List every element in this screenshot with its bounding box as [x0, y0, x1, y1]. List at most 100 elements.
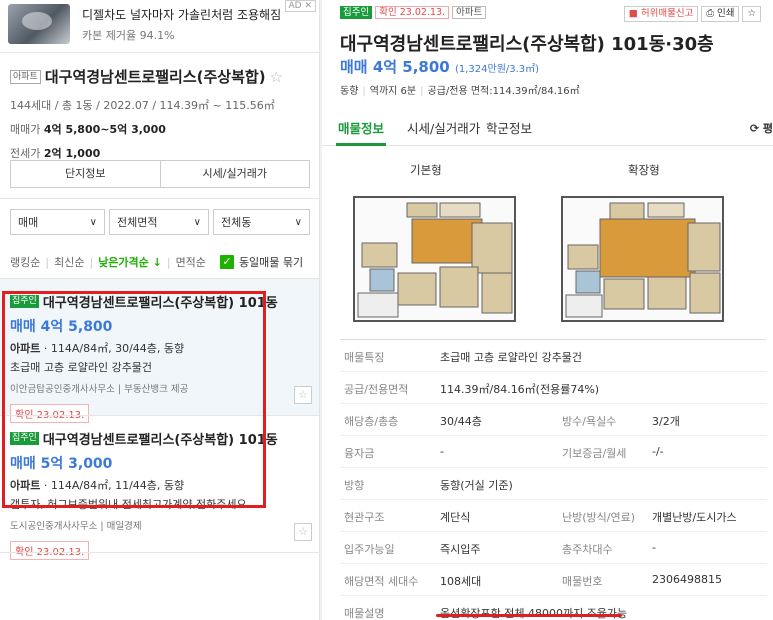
detail-row: 해당층/총층 30/44층 방수/욕실수 3/2개	[340, 404, 766, 436]
listing-detail-table: 매물특징 초급매 고층 로얄라인 강추물건 공급/전용면적 114.39㎡/84.1…	[340, 339, 766, 620]
listing-agent: 도시공인중개사사무소 | 매일경제	[10, 521, 142, 532]
detail-price: 매매 4억 5,800 (1,324만원/3.3㎡)	[340, 56, 539, 77]
detail-key: 해당층/총층	[344, 415, 399, 428]
detail-key: 난방(방식/연료)	[562, 511, 636, 524]
favorite-star-icon[interactable]: ☆	[742, 6, 761, 22]
sale-price-range: 4억 5,800~5억 3,000	[43, 123, 166, 136]
detail-value: 114.39㎡/84.16㎡(전용률74%)	[440, 383, 600, 396]
detail-value: 옵션확장포함 전체 48000까지 조율가능	[440, 605, 627, 620]
type-badge: 아파트	[452, 6, 487, 19]
complex-button-row: 단지정보 시세/실거래가	[10, 160, 310, 188]
area-unit-toggle[interactable]: ⟳ 평	[750, 120, 773, 136]
area-value: 전체면적	[117, 216, 158, 229]
confirm-date-badge: 확인 23.02.13.	[10, 541, 90, 560]
floorplan-extended-image[interactable]	[560, 183, 725, 323]
chevron-down-icon: ∨	[193, 216, 201, 228]
ad-title[interactable]: 디젤차도 널자마자 가솔린처럼 조용해짐	[82, 6, 281, 23]
chevron-down-icon: ∨	[294, 216, 302, 228]
print-label: 인쇄	[716, 8, 735, 19]
group-same-listing-checkbox[interactable]: ✓ 동일매물 묶기	[219, 254, 304, 270]
detail-value: -	[440, 445, 444, 458]
building-select[interactable]: 전체동 ∨	[213, 209, 310, 235]
ad-banner[interactable]: 디젤차도 널자마자 가솔린처럼 조용해짐 카본 제거율 94.1% AD ✕	[0, 0, 319, 48]
detail-key: 총주차대수	[562, 543, 613, 556]
detail-row: 공급/전용면적 114.39㎡/84.16㎡(전용률74%)	[340, 372, 766, 404]
detail-value: 초급매 고층 로얄라인 강추물건	[440, 351, 583, 364]
area-select[interactable]: 전체면적 ∨	[109, 209, 209, 235]
sort-ranking[interactable]: 랭킹순	[10, 254, 40, 270]
detail-key: 매물특징	[344, 351, 385, 364]
detail-tabs: 매물정보 시세/실거래가 학군정보 ⟳ 평	[322, 108, 773, 146]
active-tab-indicator	[336, 143, 386, 146]
tab-listing-info[interactable]: 매물정보	[338, 118, 384, 137]
detail-row: 입주가능일 즉시입주 총주차대수 -	[340, 532, 766, 564]
complex-info-button[interactable]: 단지정보	[11, 161, 160, 187]
detail-key: 현관구조	[344, 511, 385, 524]
highlight-underline	[436, 614, 622, 617]
print-button[interactable]: ⎙ 인쇄	[701, 6, 740, 22]
detail-row: 방향 동향(거실 기준)	[340, 468, 766, 500]
detail-price-per-unit: (1,324만원/3.3㎡)	[454, 64, 540, 75]
detail-key: 기보증금/월세	[562, 447, 627, 460]
detail-row: 해당면적 세대수 108세대 매물번호 2306498815	[340, 564, 766, 596]
detail-price-value: 매매 4억 5,800	[340, 58, 450, 76]
detail-key: 융자금	[344, 447, 375, 460]
detail-value: 계단식	[440, 511, 471, 524]
favorite-star-icon[interactable]: ☆	[294, 386, 312, 404]
complex-type-tag: 아파트	[10, 69, 41, 84]
filter-bar: 매매 ∨ 전체면적 ∨ 전체동 ∨	[10, 209, 310, 235]
detail-value: 2306498815	[652, 573, 722, 586]
confirm-date-badge: 확인 23.02.13.	[375, 6, 450, 19]
complex-summary: 아파트 대구역경남센트로팰리스(주상복합) ☆ 144세대 / 총 1동 / 202…	[10, 66, 310, 161]
tab-school-info[interactable]: 학군정보	[486, 118, 532, 137]
detail-value: 30/44층	[440, 415, 482, 428]
report-label: 허위매물신고	[640, 8, 694, 19]
siren-icon: ■	[628, 8, 638, 19]
divider	[0, 52, 319, 53]
chevron-down-icon: ∨	[89, 216, 97, 228]
detail-badges: 집주인 확인 23.02.13. 아파트	[340, 6, 487, 19]
detail-value: -	[652, 541, 656, 554]
sort-bar: 랭킹순 | 최신순 | 낮은가격순 ↓ | 면적순 ✓ 동일매물 묶기	[10, 254, 304, 270]
detail-value: -/-	[652, 445, 664, 458]
detail-value: 개별난방/도시가스	[652, 511, 737, 524]
detail-panel: 집주인 확인 23.02.13. 아파트 ■ 허위매물신고 ⎙ 인쇄 ☆ 대구역경남…	[322, 0, 773, 620]
detail-key: 입주가능일	[344, 543, 395, 556]
detail-value: 동향(거실 기준)	[440, 479, 513, 492]
jeonse-price-label: 전세가	[10, 147, 41, 160]
tab-price-history[interactable]: 시세/실거래가	[407, 118, 480, 137]
detail-key: 공급/전용면적	[344, 383, 409, 396]
owner-badge: 집주인	[340, 6, 373, 19]
sort-latest[interactable]: 최신순	[54, 254, 84, 270]
sort-low-price[interactable]: 낮은가격순 ↓	[98, 254, 162, 270]
floorplan-extended-label: 확장형	[628, 163, 660, 177]
detail-area: 공급/전용 면적:114.39㎡/84.16㎡	[427, 86, 580, 97]
report-button[interactable]: ■ 허위매물신고	[623, 6, 699, 22]
price-history-button[interactable]: 시세/실거래가	[159, 161, 310, 187]
detail-row: 현관구조 계단식 난방(방식/연료) 개별난방/도시가스	[340, 500, 766, 532]
detail-key: 매물설명	[344, 607, 385, 620]
trade-type-select[interactable]: 매매 ∨	[10, 209, 105, 235]
favorite-star-icon[interactable]: ☆	[270, 68, 283, 86]
detail-station: 역까지 6분	[369, 86, 417, 97]
group-same-listing-label: 동일매물 묶기	[238, 256, 304, 269]
divider	[0, 552, 319, 553]
ad-close-badge[interactable]: AD ✕	[284, 0, 316, 12]
listing-panel: 디젤차도 널자마자 가솔린처럼 조용해짐 카본 제거율 94.1% AD ✕ 아…	[0, 0, 320, 620]
sort-area[interactable]: 면적순	[176, 254, 206, 270]
trade-type-value: 매매	[18, 216, 39, 229]
sale-price-label: 매매가	[10, 123, 41, 136]
ad-thumbnail	[8, 4, 70, 44]
detail-value: 즉시입주	[440, 543, 481, 556]
floorplan-basic-image[interactable]	[352, 183, 517, 323]
floorplan-basic-label: 기본형	[410, 163, 442, 177]
detail-row: 융자금 - 기보증금/월세 -/-	[340, 436, 766, 468]
detail-meta: 동향 | 역까지 6분 | 공급/전용 면적:114.39㎡/84.16㎡	[340, 86, 580, 97]
detail-key: 매물번호	[562, 575, 603, 588]
favorite-star-icon[interactable]: ☆	[294, 523, 312, 541]
detail-row: 매물특징 초급매 고층 로얄라인 강추물건	[340, 340, 766, 372]
highlight-box	[2, 291, 266, 508]
detail-key: 방수/욕실수	[562, 415, 617, 428]
checkmark-icon: ✓	[219, 255, 234, 269]
detail-actions: ■ 허위매물신고 ⎙ 인쇄 ☆	[623, 6, 761, 22]
